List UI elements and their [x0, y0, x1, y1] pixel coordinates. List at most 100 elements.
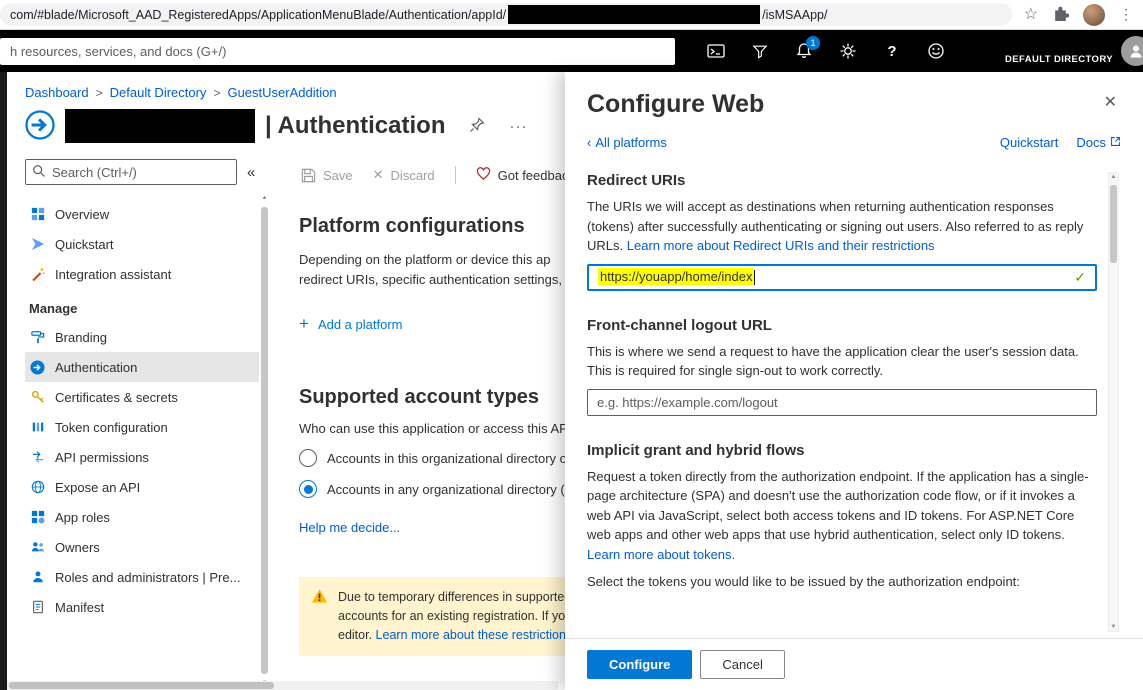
breadcrumb-guest-user-addition[interactable]: GuestUserAddition	[227, 85, 336, 100]
sidebar-search-input[interactable]: Search (Ctrl+/)	[25, 159, 237, 185]
sidebar-item-label: Quickstart	[55, 237, 114, 252]
browser-menu-icon[interactable]: ⋮	[1119, 6, 1133, 23]
text-cursor	[754, 270, 755, 285]
sidebar-item-manifest[interactable]: Manifest	[25, 592, 259, 622]
redirect-learn-more-link[interactable]: Learn more about Redirect URIs and their…	[627, 238, 935, 253]
all-platforms-back-link[interactable]: ‹ All platforms	[587, 135, 667, 150]
valid-check-icon: ✓	[1074, 269, 1086, 286]
quickstart-link[interactable]: Quickstart	[1000, 135, 1059, 150]
owners-people-icon	[29, 539, 46, 555]
save-button[interactable]: Save	[301, 168, 353, 183]
warning-line: accounts for an existing registration. I…	[338, 607, 576, 626]
sidebar-item-branding[interactable]: Branding	[25, 322, 259, 352]
extensions-puzzle-icon[interactable]	[1052, 5, 1069, 25]
radio-option-label: Accounts in this organizational director…	[327, 451, 567, 466]
all-platforms-label: All platforms	[595, 135, 667, 150]
app-logo-icon	[25, 110, 55, 143]
scroll-down-icon[interactable]: ▼	[1109, 624, 1118, 630]
warning-text: Due to temporary differences in supporte…	[338, 588, 576, 644]
feedback-smiley-icon[interactable]	[927, 42, 945, 60]
account-avatar[interactable]	[1121, 36, 1143, 66]
url-text-prefix: com/#blade/Microsoft_AAD_RegisteredApps/…	[10, 8, 506, 22]
collapse-menu-icon[interactable]: «	[247, 164, 255, 181]
tokens-learn-more-link[interactable]: Learn more about tokens.	[587, 547, 735, 562]
token-configuration-icon	[29, 419, 46, 435]
sidebar-item-certificates-secrets[interactable]: Certificates & secrets	[25, 382, 259, 412]
horizontal-scrollbar-thumb[interactable]	[9, 682, 274, 689]
settings-gear-icon[interactable]	[839, 42, 857, 60]
search-icon	[32, 164, 46, 181]
sidebar-item-label: Authentication	[55, 360, 137, 375]
warning-line: editor.	[338, 628, 372, 642]
azure-top-bar: h resources, services, and docs (G+/) 1 …	[0, 30, 1143, 72]
directory-filter-icon[interactable]	[751, 42, 769, 60]
add-platform-label: Add a platform	[318, 317, 403, 332]
app-roles-icon	[29, 509, 46, 525]
manifest-document-icon	[29, 599, 46, 615]
account-info[interactable]: DEFAULT DIRECTORY	[945, 38, 1113, 65]
notifications-bell-icon[interactable]: 1	[795, 42, 813, 60]
certificates-key-icon	[29, 389, 46, 405]
more-options-icon[interactable]: ···	[509, 118, 527, 135]
sidebar-item-app-roles[interactable]: App roles	[25, 502, 259, 532]
radio-selected-icon[interactable]	[299, 480, 317, 498]
breadcrumb-default-directory[interactable]: Default Directory	[110, 85, 207, 100]
portal-content: Dashboard > Default Directory > GuestUse…	[0, 72, 1143, 690]
panel-title: Configure Web	[587, 90, 764, 119]
panel-scrollbar[interactable]: ▲ ▼	[1108, 172, 1119, 632]
branding-icon	[29, 329, 46, 345]
quickstart-icon	[29, 236, 46, 252]
sidebar-item-overview[interactable]: Overview	[25, 199, 259, 229]
cloud-shell-icon[interactable]	[707, 42, 725, 60]
got-feedback-button[interactable]: Got feedback	[476, 166, 575, 184]
scroll-up-icon[interactable]: ▲	[1109, 174, 1118, 180]
sidebar-item-authentication[interactable]: Authentication	[25, 352, 259, 382]
browser-address-bar[interactable]: com/#blade/Microsoft_AAD_RegisteredApps/…	[0, 3, 1012, 26]
sidebar-item-label: API permissions	[55, 450, 149, 465]
horizontal-scrollbar[interactable]	[7, 681, 558, 690]
help-question-icon[interactable]: ?	[883, 42, 901, 60]
cancel-button[interactable]: Cancel	[700, 650, 784, 679]
scroll-up-icon[interactable]: ▲	[260, 195, 269, 201]
breadcrumb-dashboard[interactable]: Dashboard	[25, 85, 89, 100]
configure-button[interactable]: Configure	[587, 650, 692, 679]
select-tokens-text: Select the tokens you would like to be i…	[587, 572, 1097, 592]
app-name-redaction	[65, 109, 255, 143]
sidebar-section-manage: Manage	[29, 301, 275, 316]
sidebar-item-integration-assistant[interactable]: Integration assistant	[25, 259, 259, 289]
bookmark-star-icon[interactable]: ☆	[1024, 7, 1038, 23]
sidebar-item-owners[interactable]: Owners	[25, 532, 259, 562]
sidebar-item-quickstart[interactable]: Quickstart	[25, 229, 259, 259]
warning-learn-more-link[interactable]: Learn more about these restrictions.	[376, 628, 576, 642]
close-icon[interactable]: ✕	[1100, 90, 1121, 114]
sidebar-item-roles-and-administrators[interactable]: Roles and administrators | Pre...	[25, 562, 259, 592]
left-edge-strip	[0, 72, 7, 690]
panel-footer: Configure Cancel	[565, 638, 1143, 690]
help-me-decide-link[interactable]: Help me decide...	[299, 520, 400, 535]
panel-scrollbar-thumb[interactable]	[1110, 185, 1117, 263]
redirect-uri-input[interactable]: https://youapp/home/index ✓	[587, 264, 1097, 291]
breadcrumb-separator: >	[213, 86, 220, 100]
external-link-icon	[1110, 135, 1121, 150]
sidebar-item-label: Owners	[55, 540, 100, 555]
sidebar-item-token-configuration[interactable]: Token configuration	[25, 412, 259, 442]
implicit-desc-text: Request a token directly from the author…	[587, 469, 1089, 543]
directory-label: DEFAULT DIRECTORY	[1005, 54, 1113, 65]
sidebar-menu: Overview Quickstart Integration assistan…	[25, 199, 275, 622]
panel-header: Configure Web ✕ ‹ All platforms Quicksta…	[565, 72, 1143, 150]
sidebar-item-api-permissions[interactable]: API permissions	[25, 442, 259, 472]
browser-profile-avatar[interactable]	[1083, 4, 1105, 26]
docs-link[interactable]: Docs	[1076, 135, 1121, 150]
radio-unselected-icon[interactable]	[299, 449, 317, 467]
roles-admin-person-icon	[29, 569, 46, 585]
expose-api-globe-icon	[29, 479, 46, 495]
logout-url-input[interactable]: e.g. https://example.com/logout	[587, 389, 1097, 416]
pin-icon[interactable]	[469, 117, 485, 136]
global-search-input[interactable]: h resources, services, and docs (G+/)	[0, 38, 675, 65]
sidebar-scrollbar[interactable]: ▲ ▼	[260, 195, 269, 686]
sidebar-scrollbar-thumb[interactable]	[261, 207, 268, 674]
sidebar-search-placeholder: Search (Ctrl+/)	[52, 165, 137, 180]
front-channel-logout-description: This is where we send a request to have …	[587, 342, 1097, 381]
discard-button[interactable]: ✕ Discard	[373, 167, 435, 183]
sidebar-item-expose-an-api[interactable]: Expose an API	[25, 472, 259, 502]
